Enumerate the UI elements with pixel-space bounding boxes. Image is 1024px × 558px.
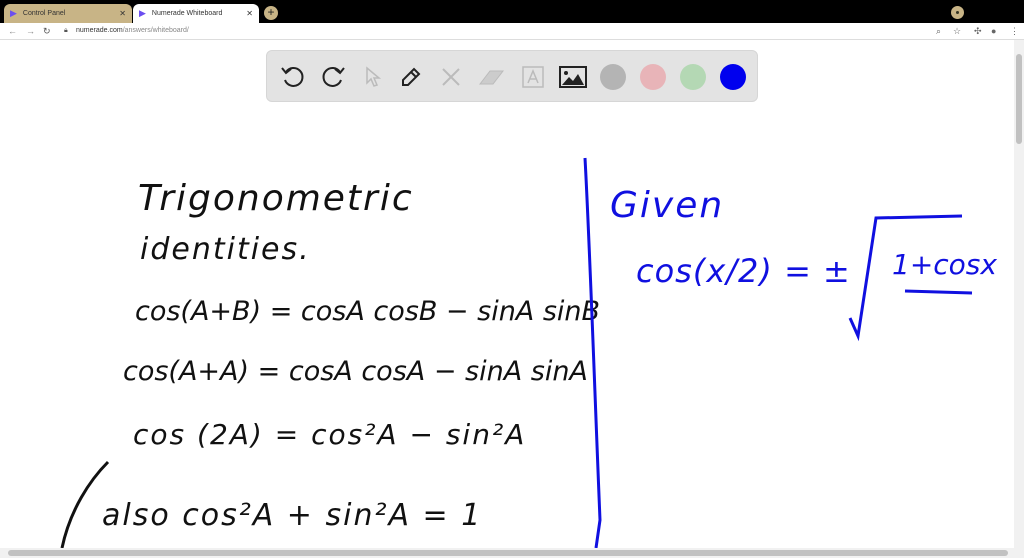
horizontal-scrollbar[interactable] [0,548,1024,558]
handwritten-given: Given [610,185,725,226]
handwritten-half-angle: cos(x/2) = ± [636,252,851,290]
black-curve-stroke [60,460,110,549]
blue-divider-stroke [583,157,602,549]
underline-stroke [904,289,973,295]
vertical-scroll-thumb[interactable] [1016,54,1022,144]
horizontal-scroll-thumb[interactable] [8,550,1008,556]
handwritten-radicand: 1+cosx [892,248,997,281]
vertical-scrollbar[interactable] [1014,40,1024,548]
ink-strokes [60,157,973,549]
